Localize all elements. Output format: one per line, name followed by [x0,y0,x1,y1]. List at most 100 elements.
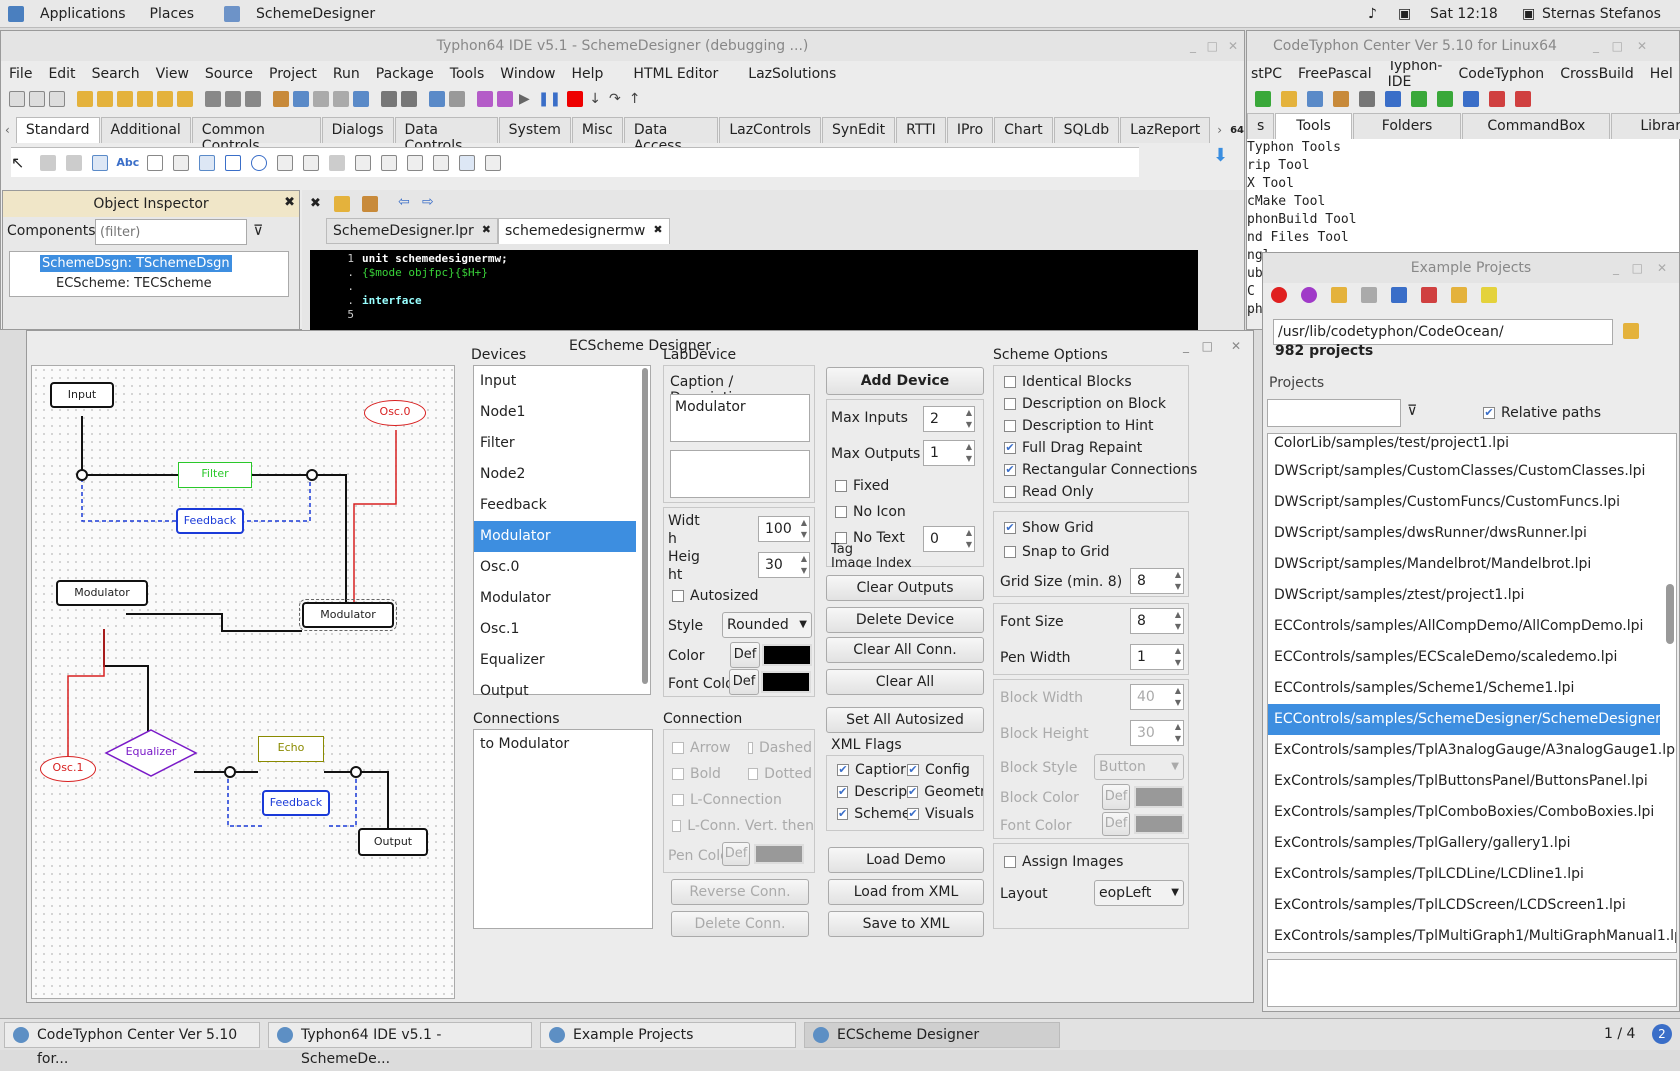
block-width-spin[interactable]: 40 ▲ ▼ [1130,684,1184,710]
width-spin[interactable]: 100 ▲ ▼ [758,516,810,542]
minimize-icon[interactable]: _ [1183,331,1189,361]
grid-size-spin[interactable]: 8 ▲ ▼ [1130,568,1184,594]
block-style-select[interactable]: Button ▼ [1094,754,1184,780]
run-icon[interactable]: ▶ [519,91,530,107]
minimize-icon[interactable]: _ [1190,31,1196,61]
minimize-icon[interactable]: _ [1593,31,1599,61]
scrollbar-comp-icon[interactable] [329,154,346,171]
max-inputs-spin[interactable]: 2 ▲ ▼ [923,406,975,432]
project-item[interactable]: ECControls/samples/Scheme1/Scheme1.lpi [1268,673,1676,704]
clear-all-button[interactable]: Clear All [826,669,984,695]
bold-checkbox[interactable]: Bold [672,766,721,782]
menu-search[interactable]: Search [92,66,140,82]
flag-geometry-checkbox[interactable]: ✔ Geometr [907,784,983,800]
device-item[interactable]: Osc.1 [474,614,650,645]
device-item[interactable]: Equalizer [474,645,650,676]
menu-edit[interactable]: Edit [48,66,75,82]
max-outputs-spin[interactable]: 1 ▲ ▼ [923,440,975,466]
flag-visuals-checkbox[interactable]: ✔ Visuals [907,806,983,822]
close-icon[interactable]: ✕ [1231,331,1241,361]
tab-standard[interactable]: Standard [15,117,100,143]
arrow-checkbox[interactable]: Arrow [672,740,731,756]
node-feedback[interactable]: Feedback [176,508,244,534]
set-all-autosized-button[interactable]: Set All Autosized [826,707,984,733]
new-file-icon[interactable] [9,91,25,107]
rectangular-connections-checkbox[interactable]: ✔ Rectangular Connections [1004,462,1197,478]
build-icon[interactable] [1411,91,1427,107]
package-build-icon[interactable] [177,91,193,107]
tab-close-icon[interactable]: ✖ [653,223,662,240]
tab-schemedesigner-lpr[interactable]: SchemeDesigner.lpr ✖ [326,218,498,244]
reload-icon[interactable] [1301,287,1317,303]
package-icon[interactable] [77,91,93,107]
filter-icon[interactable]: ⊽ [1407,403,1417,419]
font-color-def-button[interactable]: Def [729,669,759,695]
units-icon[interactable] [313,91,329,107]
add-icon[interactable] [1391,287,1407,303]
build-icon[interactable] [401,91,417,107]
color-swatch[interactable] [762,644,812,666]
tab-common-controls[interactable]: Common Controls [191,117,321,154]
tab-additional[interactable]: Additional [100,117,191,143]
pause-icon[interactable]: ❚❚ [538,91,561,107]
center-menu-stpc[interactable]: stPC [1251,66,1282,82]
editor-tool-icon[interactable] [334,196,350,212]
device-item[interactable]: Node2 [474,459,650,490]
network-icon[interactable] [1463,91,1479,107]
refresh-icon[interactable] [1255,91,1271,107]
package-new-icon[interactable] [157,91,173,107]
project-options-icon[interactable] [273,91,289,107]
device-item[interactable]: Filter [474,428,650,459]
save-xml-button[interactable]: Save to XML [828,911,984,937]
block-font-color-def-button[interactable]: Def [1102,812,1130,836]
maximize-icon[interactable]: □ [1612,31,1623,61]
code-editor[interactable]: 1 unit schemedesignermw; . {$mode objfpc}{… [310,250,1198,330]
label-comp-icon[interactable]: Abc [116,156,139,169]
clock[interactable]: Sat 12:18 [1430,6,1498,22]
breakpoint-icon[interactable] [477,91,493,107]
projects-filter-input[interactable] [1267,399,1401,427]
center-tab-tools[interactable]: Tools [1275,113,1352,139]
listbox-comp-icon[interactable] [277,154,294,171]
menu-tools[interactable]: Tools [450,66,485,82]
project-item[interactable]: ExControls/samples/TplMultiGraph1/MultiG… [1268,921,1676,952]
device-item[interactable]: Input [474,366,650,397]
window-icon[interactable] [1307,91,1323,107]
device-item[interactable]: Feedback [474,490,650,521]
project-item[interactable]: DWScript/samples/Mandelbrot/Mandelbrot.l… [1268,549,1676,580]
maximize-icon[interactable]: □ [1632,253,1643,283]
tool-item[interactable]: phonBuild Tool [1247,211,1679,229]
tool-icon[interactable] [1333,91,1349,107]
node-filter[interactable]: Filter [178,462,252,488]
node-osc0[interactable]: Osc.0 [364,400,426,426]
center-menu-freepascal[interactable]: FreePascal [1298,66,1372,82]
memo-comp-icon[interactable] [173,154,190,171]
menu-project[interactable]: Project [269,66,317,82]
fixed-checkbox[interactable]: Fixed [835,478,889,494]
dashed-checkbox[interactable]: Dashed [748,740,812,756]
open-file-icon[interactable] [29,91,45,107]
pen-color-swatch[interactable] [754,844,804,864]
minimize-icon[interactable]: _ [1613,253,1619,283]
node-equalizer[interactable]: Equalizer [104,728,198,778]
path-input[interactable]: /usr/lib/codetyphon/CodeOcean/ [1273,319,1613,345]
projects-scrollbar[interactable] [1666,584,1674,644]
project-inspector-icon[interactable] [293,91,309,107]
project-item[interactable]: DWScript/samples/dwsRunner/dwsRunner.lpi [1268,518,1676,549]
add-device-button[interactable]: Add Device [826,367,984,395]
step-into-icon[interactable]: ↓ [589,91,601,107]
device-item[interactable]: Modulator [474,583,650,614]
forms-icon[interactable] [333,91,349,107]
close-icon[interactable]: ✕ [1637,31,1647,61]
package-open-icon[interactable] [97,91,113,107]
project-item[interactable]: DWScript/samples/CustomClasses/CustomCla… [1268,456,1676,487]
inspector-close-icon[interactable]: ✖ [284,195,295,210]
device-item[interactable]: Output [474,676,650,707]
save-icon[interactable] [205,91,221,107]
project-item-selected[interactable]: ECControls/samples/SchemeDesigner/Scheme… [1268,704,1676,735]
tab-lazcontrols[interactable]: LazControls [719,117,821,143]
style-select[interactable]: Rounded ▼ [722,612,812,638]
description-to-hint-checkbox[interactable]: Description to Hint [1004,418,1153,434]
tab-dialogs[interactable]: Dialogs [321,117,394,143]
maximize-icon[interactable]: □ [1202,331,1213,361]
